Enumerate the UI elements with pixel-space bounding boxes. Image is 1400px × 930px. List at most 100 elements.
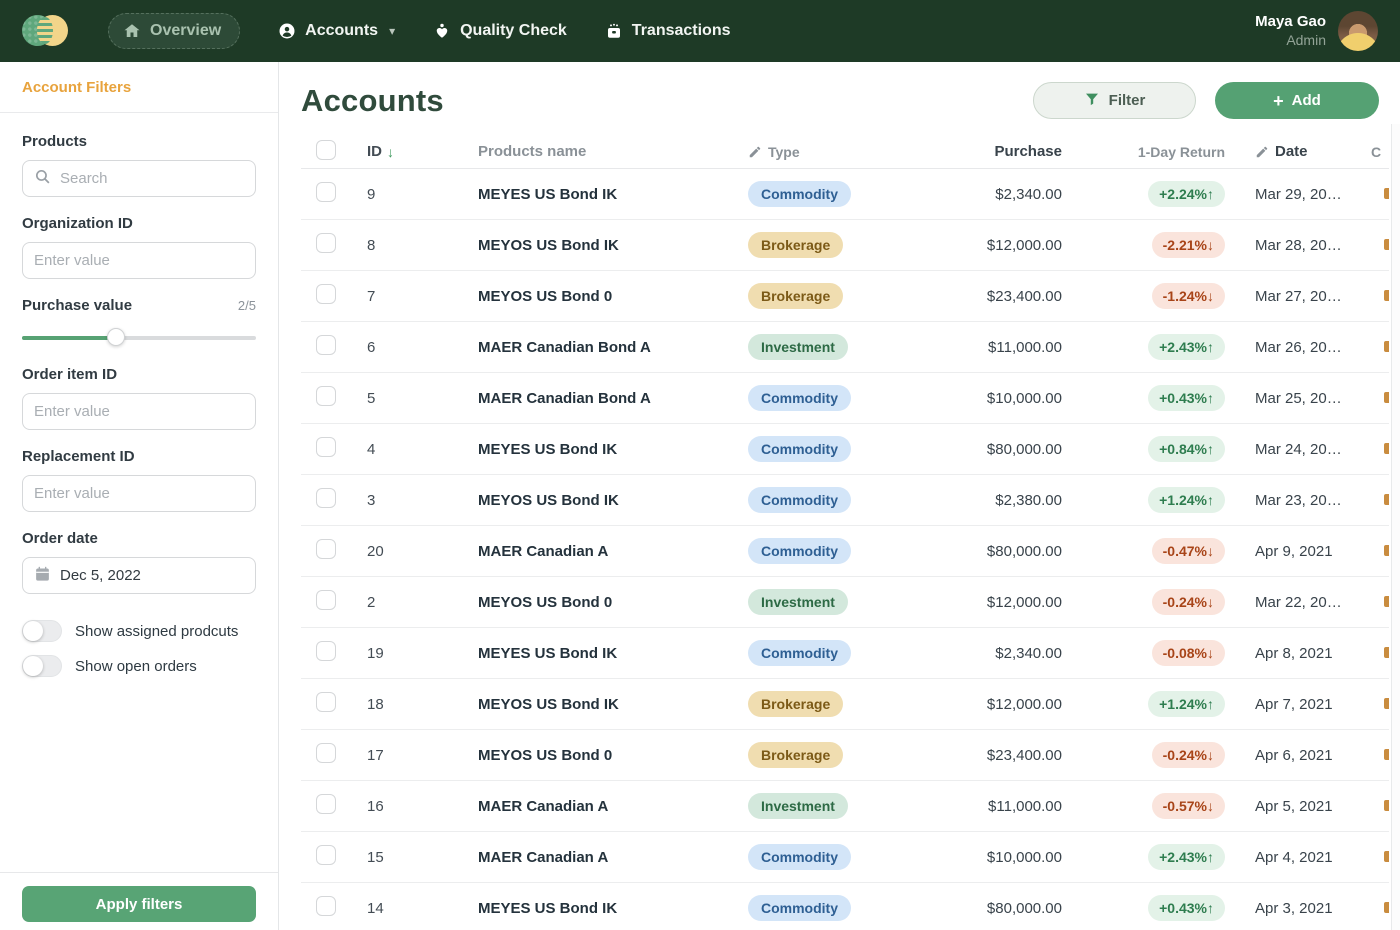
nav-item-overview[interactable]: Overview: [108, 13, 240, 49]
table-body: 9 MEYES US Bond IK Commodity $2,340.00 +…: [301, 169, 1389, 930]
header-type-label: Type: [768, 144, 800, 160]
cell-product-name: MAER Canadian Bond A: [472, 390, 740, 407]
row-checkbox[interactable]: [316, 896, 336, 916]
table-row[interactable]: 15 MAER Canadian A Commodity $10,000.00 …: [301, 832, 1389, 883]
return-badge: -0.24%↓: [1152, 742, 1225, 768]
select-all-checkbox[interactable]: [316, 140, 336, 160]
table-row[interactable]: 6 MAER Canadian Bond A Investment $11,00…: [301, 322, 1389, 373]
table-row[interactable]: 20 MAER Canadian A Commodity $80,000.00 …: [301, 526, 1389, 577]
header-id[interactable]: ID ↓: [352, 143, 472, 160]
row-checkbox[interactable]: [316, 488, 336, 508]
show-assigned-products-row: Show assigned prodcuts: [22, 620, 256, 642]
header-date[interactable]: Date: [1225, 143, 1359, 160]
person-icon: [278, 22, 296, 40]
table-row[interactable]: 3 MEYOS US Bond IK Commodity $2,380.00 +…: [301, 475, 1389, 526]
organization-id-input[interactable]: [34, 252, 244, 269]
order-date-input[interactable]: [60, 567, 244, 584]
show-assigned-products-toggle[interactable]: [22, 620, 62, 642]
cell-purchase: $23,400.00: [892, 288, 1064, 305]
table-row[interactable]: 9 MEYES US Bond IK Commodity $2,340.00 +…: [301, 169, 1389, 220]
filter-button[interactable]: Filter: [1033, 82, 1196, 119]
add-button-label: Add: [1292, 92, 1321, 109]
cell-id: 16: [367, 798, 384, 815]
return-badge: -0.08%↓: [1152, 640, 1225, 666]
table-row[interactable]: 8 MEYOS US Bond IK Brokerage $12,000.00 …: [301, 220, 1389, 271]
truncated-cell-fragment: [1384, 698, 1389, 709]
page-title: Accounts: [301, 83, 444, 119]
apply-filters-button[interactable]: Apply filters: [22, 886, 256, 922]
slider-thumb[interactable]: [107, 328, 125, 346]
return-badge: +0.43%↑: [1148, 895, 1225, 921]
header-truncated[interactable]: C: [1359, 144, 1389, 160]
row-checkbox[interactable]: [316, 335, 336, 355]
cell-product-name: MEYES US Bond IK: [472, 645, 740, 662]
row-checkbox[interactable]: [316, 539, 336, 559]
header-type[interactable]: Type: [740, 144, 892, 160]
sort-desc-icon[interactable]: ↓: [387, 144, 394, 160]
truncated-cell-fragment: [1384, 392, 1389, 403]
cell-purchase: $80,000.00: [892, 441, 1064, 458]
table-row[interactable]: 4 MEYES US Bond IK Commodity $80,000.00 …: [301, 424, 1389, 475]
cell-id: 17: [367, 747, 384, 764]
type-badge: Commodity: [748, 385, 851, 411]
scroll-gutter[interactable]: [1391, 124, 1400, 930]
app-logo[interactable]: [22, 15, 68, 47]
table-row[interactable]: 16 MAER Canadian A Investment $11,000.00…: [301, 781, 1389, 832]
cell-date: Mar 27, 20…: [1225, 288, 1359, 305]
nav-item-quality-check[interactable]: Quality Check: [433, 22, 567, 40]
header-purchase[interactable]: Purchase: [892, 143, 1064, 160]
cell-date: Apr 9, 2021: [1225, 543, 1359, 560]
purchase-value-slider[interactable]: [22, 328, 256, 346]
row-checkbox[interactable]: [316, 845, 336, 865]
return-badge: -0.47%↓: [1152, 538, 1225, 564]
cell-purchase: $80,000.00: [892, 543, 1064, 560]
truncated-cell-fragment: [1384, 647, 1389, 658]
row-checkbox[interactable]: [316, 284, 336, 304]
row-checkbox[interactable]: [316, 437, 336, 457]
row-checkbox[interactable]: [316, 692, 336, 712]
table-row[interactable]: 17 MEYOS US Bond 0 Brokerage $23,400.00 …: [301, 730, 1389, 781]
table-row[interactable]: 18 MEYOS US Bond IK Brokerage $12,000.00…: [301, 679, 1389, 730]
return-badge: +2.43%↑: [1148, 844, 1225, 870]
cell-purchase: $2,340.00: [892, 186, 1064, 203]
cell-date: Mar 28, 20…: [1225, 237, 1359, 254]
row-checkbox[interactable]: [316, 590, 336, 610]
order-item-id-input[interactable]: [34, 403, 244, 420]
cell-id: 6: [367, 339, 375, 356]
order-date-field[interactable]: [22, 557, 256, 594]
cell-purchase: $12,000.00: [892, 696, 1064, 713]
nav-item-accounts[interactable]: Accounts ▾: [278, 22, 395, 40]
row-checkbox[interactable]: [316, 794, 336, 814]
row-checkbox[interactable]: [316, 386, 336, 406]
truncated-cell-fragment: [1384, 800, 1389, 811]
return-badge: -1.24%↓: [1152, 283, 1225, 309]
table-row[interactable]: 19 MEYES US Bond IK Commodity $2,340.00 …: [301, 628, 1389, 679]
show-open-orders-toggle[interactable]: [22, 655, 62, 677]
row-checkbox[interactable]: [316, 743, 336, 763]
cell-product-name: MAER Canadian Bond A: [472, 339, 740, 356]
row-checkbox[interactable]: [316, 233, 336, 253]
cell-id: 15: [367, 849, 384, 866]
header-products-name[interactable]: Products name: [472, 143, 740, 160]
replacement-id-input[interactable]: [34, 485, 244, 502]
table-row[interactable]: 5 MAER Canadian Bond A Commodity $10,000…: [301, 373, 1389, 424]
row-checkbox[interactable]: [316, 641, 336, 661]
products-search-field: [22, 160, 256, 197]
header-date-label: Date: [1275, 143, 1308, 160]
cell-date: Mar 26, 20…: [1225, 339, 1359, 356]
heart-icon: [433, 22, 451, 40]
row-checkbox[interactable]: [316, 182, 336, 202]
table-row[interactable]: 2 MEYOS US Bond 0 Investment $12,000.00 …: [301, 577, 1389, 628]
user-avatar[interactable]: [1338, 11, 1378, 51]
cell-id: 18: [367, 696, 384, 713]
logo-overlap-stripes: [37, 17, 53, 44]
show-open-orders-row: Show open orders: [22, 655, 256, 677]
add-button[interactable]: + Add: [1215, 82, 1379, 119]
header-one-day-return[interactable]: 1-Day Return: [1064, 144, 1225, 160]
type-badge: Commodity: [748, 844, 851, 870]
table-row[interactable]: 7 MEYOS US Bond 0 Brokerage $23,400.00 -…: [301, 271, 1389, 322]
products-search-input[interactable]: [60, 170, 244, 187]
type-badge: Investment: [748, 793, 848, 819]
nav-item-transactions[interactable]: Transactions: [605, 22, 731, 40]
table-row[interactable]: 14 MEYES US Bond IK Commodity $80,000.00…: [301, 883, 1389, 930]
